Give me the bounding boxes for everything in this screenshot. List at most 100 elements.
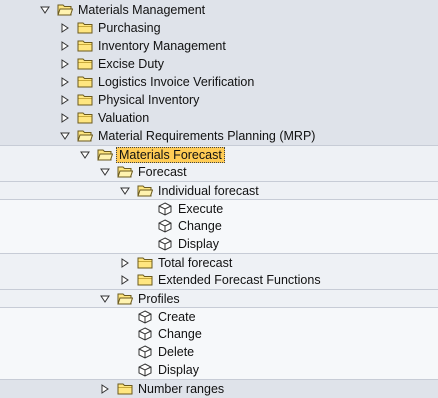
- transaction-cube-icon: [156, 201, 174, 217]
- tree-node[interactable]: Purchasing: [58, 20, 163, 36]
- tree-node-label: Materials Management: [78, 3, 206, 17]
- tree-node[interactable]: Change: [138, 218, 224, 234]
- menu-tree: Materials Management Purchasing Inventory …: [0, 0, 438, 398]
- tree-node[interactable]: Valuation: [58, 110, 151, 126]
- tree-node[interactable]: Excise Duty: [58, 56, 166, 72]
- toggle-spacer: [118, 326, 132, 342]
- tree-node[interactable]: Material Requirements Planning (MRP): [58, 128, 317, 144]
- tree-node-label: Change: [178, 219, 222, 233]
- expand-arrow-right-icon[interactable]: [118, 272, 132, 288]
- tree-row: Number ranges: [0, 379, 438, 397]
- folder-icon: [136, 255, 154, 271]
- folder-open-icon: [136, 183, 154, 199]
- tree-node-label: Materials Forecast: [116, 147, 225, 163]
- tree-node-label: Purchasing: [98, 21, 161, 35]
- tree-node-label: Profiles: [138, 292, 180, 306]
- expand-arrow-down-icon[interactable]: [98, 291, 112, 307]
- folder-icon: [136, 272, 154, 288]
- expand-arrow-down-icon[interactable]: [38, 2, 52, 18]
- transaction-cube-icon: [156, 218, 174, 234]
- tree-node-label: Delete: [158, 345, 195, 359]
- tree-row: Change: [0, 325, 438, 343]
- folder-icon: [76, 92, 94, 108]
- tree-row: Forecast: [0, 163, 438, 181]
- tree-node[interactable]: Individual forecast: [118, 183, 261, 199]
- tree-node[interactable]: Execute: [138, 201, 225, 217]
- expand-arrow-right-icon[interactable]: [58, 20, 72, 36]
- tree-node-label: Forecast: [138, 165, 187, 179]
- tree-node-label: Display: [178, 237, 219, 251]
- expand-arrow-down-icon[interactable]: [58, 128, 72, 144]
- tree-row: Inventory Management: [0, 37, 438, 55]
- expand-arrow-right-icon[interactable]: [118, 255, 132, 271]
- tree-node-label: Physical Inventory: [98, 93, 200, 107]
- transaction-cube-icon: [136, 309, 154, 325]
- transaction-cube-icon: [136, 326, 154, 342]
- expand-arrow-right-icon[interactable]: [98, 381, 112, 397]
- tree-row: Logistics Invoice Verification: [0, 73, 438, 91]
- expand-arrow-right-icon[interactable]: [58, 110, 72, 126]
- tree-row: Individual forecast: [0, 181, 438, 199]
- tree-node-label: Individual forecast: [158, 184, 259, 198]
- tree-node[interactable]: Extended Forecast Functions: [118, 272, 323, 288]
- tree-node[interactable]: Delete: [118, 344, 196, 360]
- folder-open-icon: [96, 147, 114, 163]
- expand-arrow-right-icon[interactable]: [58, 92, 72, 108]
- tree-node[interactable]: Number ranges: [98, 381, 226, 397]
- tree-node-label: Number ranges: [138, 382, 225, 396]
- tree-row: Materials Forecast: [0, 145, 438, 163]
- folder-icon: [76, 74, 94, 90]
- expand-arrow-down-icon[interactable]: [118, 183, 132, 199]
- tree-node[interactable]: Display: [138, 236, 221, 252]
- tree-node-label: Extended Forecast Functions: [158, 273, 321, 287]
- folder-icon: [116, 381, 134, 397]
- tree-node[interactable]: Forecast: [98, 164, 189, 180]
- tree-row: Materials Management: [0, 1, 438, 19]
- tree-row: Display: [0, 361, 438, 379]
- tree-node-label: Material Requirements Planning (MRP): [98, 129, 316, 143]
- tree-node-label: Valuation: [98, 111, 150, 125]
- expand-arrow-down-icon[interactable]: [98, 164, 112, 180]
- tree-row: Execute: [0, 199, 438, 217]
- tree-row: Purchasing: [0, 19, 438, 37]
- tree-row: Delete: [0, 343, 438, 361]
- tree-node-label: Create: [158, 310, 196, 324]
- toggle-spacer: [138, 236, 152, 252]
- tree-node[interactable]: Change: [118, 326, 204, 342]
- tree-node[interactable]: Logistics Invoice Verification: [58, 74, 256, 90]
- folder-icon: [76, 110, 94, 126]
- transaction-cube-icon: [156, 236, 174, 252]
- expand-arrow-down-icon[interactable]: [78, 147, 92, 163]
- folder-icon: [76, 20, 94, 36]
- transaction-cube-icon: [136, 362, 154, 378]
- tree-node[interactable]: Materials Forecast: [78, 147, 225, 163]
- tree-row: Display: [0, 235, 438, 253]
- tree-node-label: Change: [158, 327, 202, 341]
- tree-node[interactable]: Physical Inventory: [58, 92, 201, 108]
- tree-node[interactable]: Profiles: [98, 291, 182, 307]
- expand-arrow-right-icon[interactable]: [58, 38, 72, 54]
- toggle-spacer: [118, 362, 132, 378]
- expand-arrow-right-icon[interactable]: [58, 56, 72, 72]
- tree-node-label: Inventory Management: [98, 39, 226, 53]
- tree-node[interactable]: Inventory Management: [58, 38, 228, 54]
- folder-open-icon: [116, 291, 134, 307]
- tree-node[interactable]: Create: [118, 309, 198, 325]
- tree-node[interactable]: Display: [118, 362, 201, 378]
- tree-row: Excise Duty: [0, 55, 438, 73]
- toggle-spacer: [138, 218, 152, 234]
- tree-node-label: Excise Duty: [98, 57, 164, 71]
- folder-icon: [76, 38, 94, 54]
- tree-node-label: Logistics Invoice Verification: [98, 75, 255, 89]
- expand-arrow-right-icon[interactable]: [58, 74, 72, 90]
- tree-node[interactable]: Materials Management: [38, 2, 207, 18]
- folder-open-icon: [56, 2, 74, 18]
- toggle-spacer: [118, 309, 132, 325]
- tree-row: Create: [0, 307, 438, 325]
- tree-row: Physical Inventory: [0, 91, 438, 109]
- tree-node[interactable]: Total forecast: [118, 255, 234, 271]
- tree-row: Valuation: [0, 109, 438, 127]
- tree-row: Extended Forecast Functions: [0, 271, 438, 289]
- folder-open-icon: [76, 128, 94, 144]
- tree-row: Profiles: [0, 289, 438, 307]
